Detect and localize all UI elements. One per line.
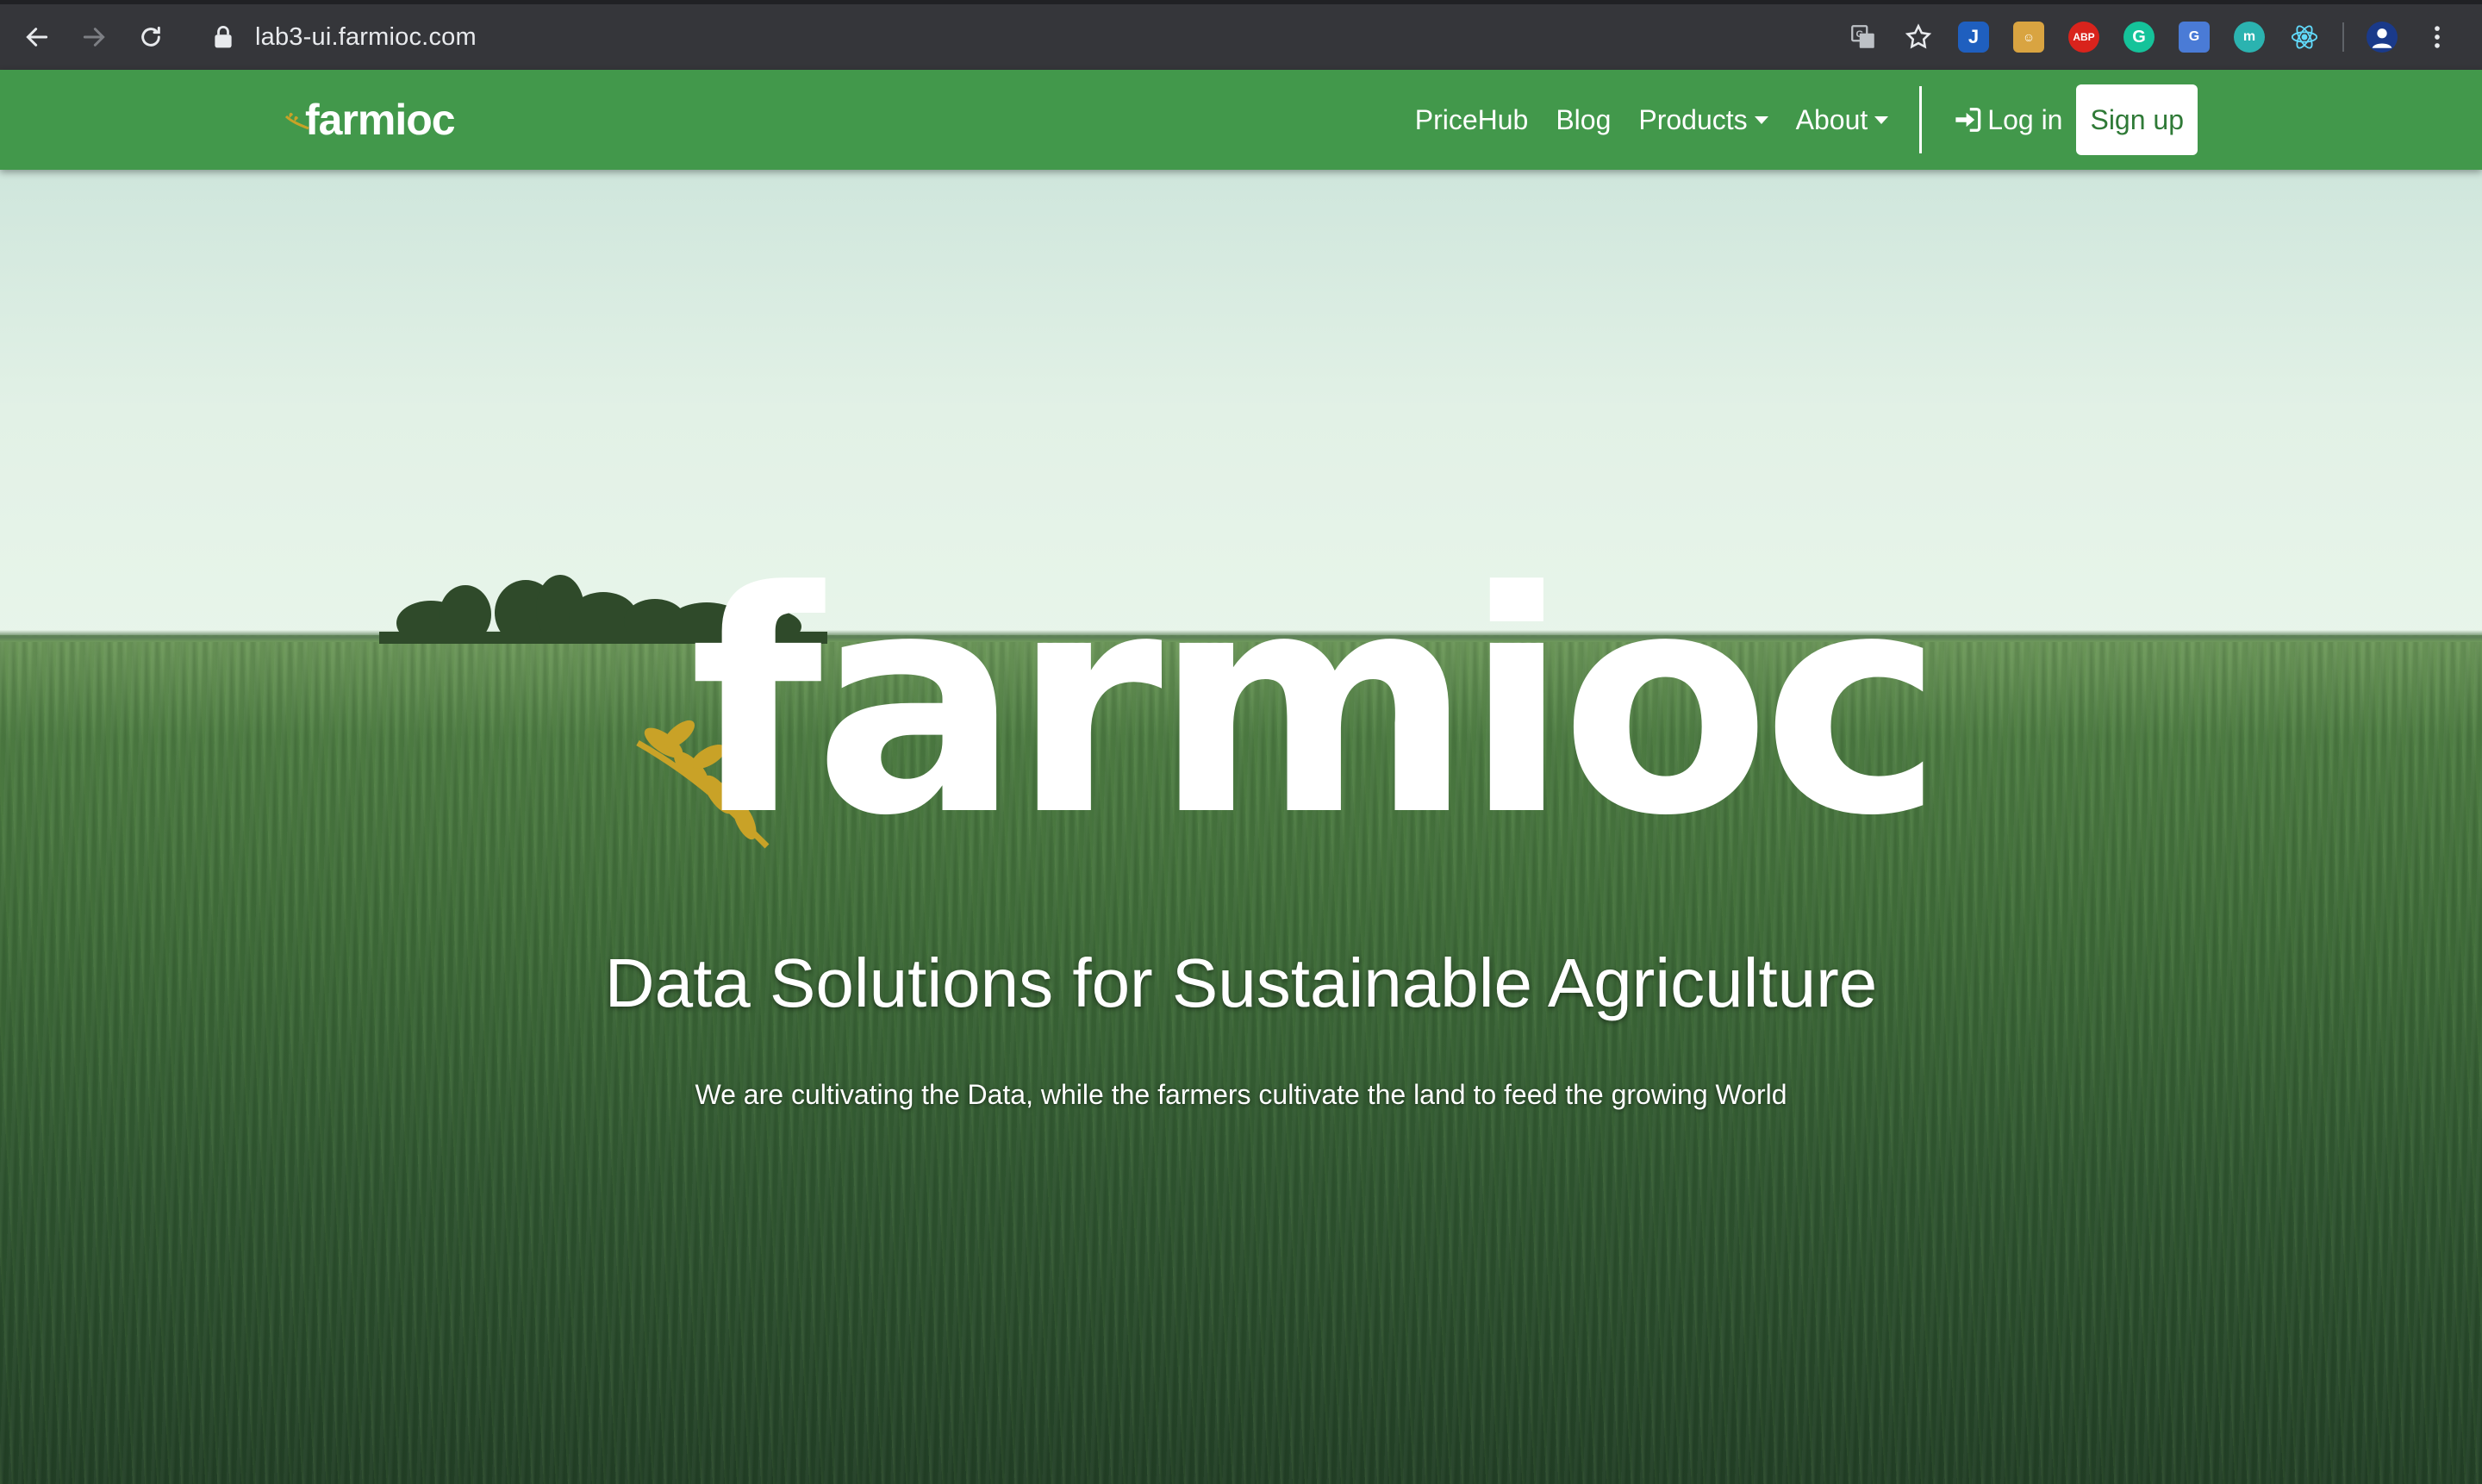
forward-button[interactable] bbox=[65, 9, 122, 65]
nav-dropdown-about[interactable]: About bbox=[1796, 104, 1889, 136]
sign-in-icon bbox=[1955, 108, 1981, 132]
nav-links: PriceHub Blog Products About Log in Sign… bbox=[1401, 82, 2198, 158]
profile-avatar-icon[interactable] bbox=[2367, 22, 2398, 53]
hero-section: farmioc Data Solutions for Sustainable A… bbox=[0, 170, 2482, 1484]
back-arrow-icon bbox=[26, 28, 48, 47]
site-navbar: farmioc PriceHub Blog Products About Log… bbox=[0, 70, 2482, 170]
nav-dropdown-products-label: Products bbox=[1638, 103, 1748, 135]
react-devtools-icon[interactable] bbox=[2289, 22, 2320, 53]
adblock-plus-icon[interactable]: ABP bbox=[2068, 22, 2099, 53]
translate-icon[interactable]: G bbox=[1848, 22, 1879, 53]
toolbar-separator bbox=[2342, 22, 2344, 52]
signup-button[interactable]: Sign up bbox=[2076, 84, 2198, 155]
chrome-menu-icon[interactable] bbox=[2422, 22, 2453, 53]
caret-down-icon bbox=[1874, 115, 1889, 124]
reload-icon bbox=[141, 26, 160, 47]
nav-dropdown-about-label: About bbox=[1795, 103, 1868, 135]
bookmark-star-icon[interactable] bbox=[1903, 22, 1934, 53]
brand-name: farmioc bbox=[305, 96, 456, 144]
nav-dropdown-products[interactable]: Products bbox=[1638, 104, 1768, 136]
hero-subtitle: We are cultivating the Data, while the f… bbox=[695, 1079, 1787, 1110]
address-bar[interactable]: lab3-ui.farmioc.com bbox=[214, 11, 477, 63]
nav-link-pricehub[interactable]: PriceHub bbox=[1415, 104, 1529, 136]
google-translate-icon[interactable]: G bbox=[2179, 22, 2210, 53]
hero-logo: farmioc bbox=[629, 552, 1943, 872]
browser-toolbar: lab3-ui.farmioc.com G J ☺ ABP G G m bbox=[0, 0, 2482, 70]
url-text: lab3-ui.farmioc.com bbox=[255, 22, 477, 51]
back-button[interactable] bbox=[9, 9, 65, 65]
hero-title: Data Solutions for Sustainable Agricultu… bbox=[604, 945, 1878, 1021]
extension-face-icon[interactable]: ☺ bbox=[2013, 22, 2044, 53]
extension-j-icon[interactable]: J bbox=[1958, 22, 1989, 53]
login-link[interactable]: Log in bbox=[1953, 104, 2062, 136]
hero-logo-text: farmioc bbox=[689, 526, 1943, 882]
extension-m-icon[interactable]: m bbox=[2234, 22, 2265, 53]
browser-nav-buttons bbox=[9, 9, 179, 65]
grammarly-icon[interactable]: G bbox=[2123, 22, 2155, 53]
nav-link-blog[interactable]: Blog bbox=[1556, 104, 1611, 136]
forward-arrow-icon bbox=[83, 28, 105, 47]
login-label: Log in bbox=[1987, 103, 2063, 135]
brand-logo[interactable]: farmioc bbox=[284, 94, 456, 146]
browser-extensions: G J ☺ ABP G G m bbox=[1836, 4, 2482, 70]
nav-divider bbox=[1919, 86, 1923, 153]
lock-icon bbox=[214, 23, 236, 51]
caret-down-icon bbox=[1754, 115, 1768, 124]
reload-button[interactable] bbox=[122, 9, 179, 65]
svg-text:G: G bbox=[1856, 29, 1864, 40]
